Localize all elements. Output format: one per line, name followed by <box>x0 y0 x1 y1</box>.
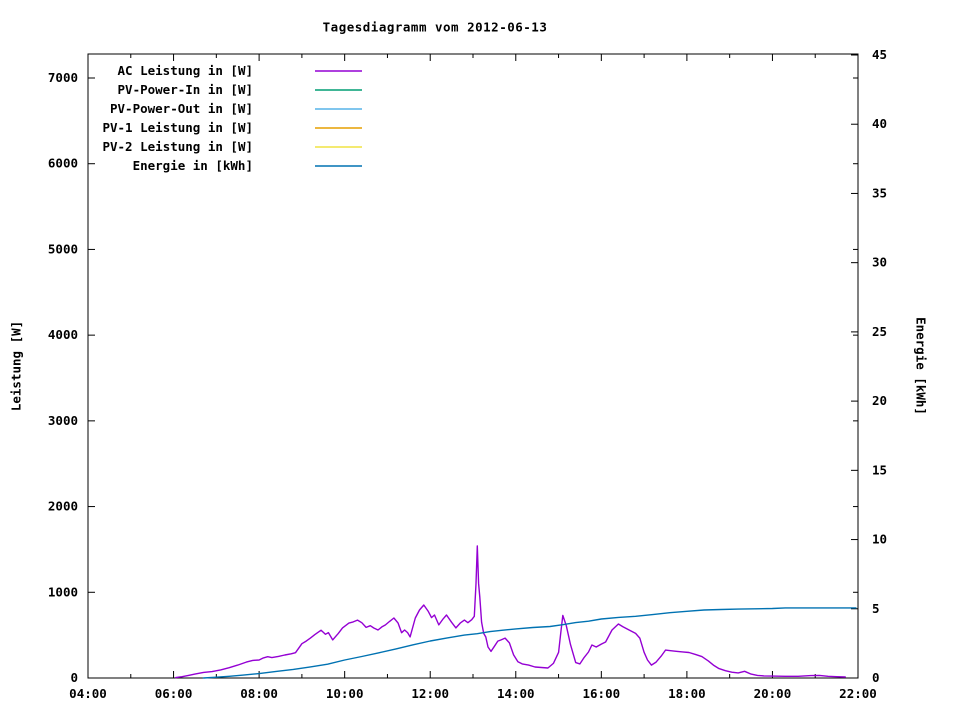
x-tick-label: 06:00 <box>155 686 193 701</box>
x-tick-label: 16:00 <box>583 686 621 701</box>
legend-item-label: PV-1 Leistung in [W] <box>102 120 253 135</box>
x-tick-label: 14:00 <box>497 686 535 701</box>
y2-tick-label: 0 <box>872 670 880 685</box>
y2-tick-label: 45 <box>872 47 887 62</box>
x-tick-label: 08:00 <box>240 686 278 701</box>
y-tick-label: 1000 <box>48 584 78 599</box>
y2-tick-label: 15 <box>872 462 887 477</box>
series-energie-in-kwh <box>202 607 857 679</box>
y-tick-label: 7000 <box>48 70 78 85</box>
y2-tick-label: 10 <box>872 532 887 547</box>
legend-item-label: Energie in [kWh] <box>133 158 253 173</box>
y-tick-label: 6000 <box>48 156 78 171</box>
legend-item-label: PV-Power-Out in [W] <box>110 101 253 116</box>
daily-pv-chart: Tagesdiagramm vom 2012-06-13 Leistung [W… <box>0 0 960 720</box>
x-tick-label: 04:00 <box>69 686 107 701</box>
y-tick-label: 4000 <box>48 327 78 342</box>
x-tick-label: 12:00 <box>411 686 449 701</box>
y-tick-label: 2000 <box>48 499 78 514</box>
x-tick-label: 22:00 <box>839 686 877 701</box>
legend-item-label: AC Leistung in [W] <box>118 63 253 78</box>
series-ac-leistung-in-w <box>174 545 846 679</box>
x-tick-label: 10:00 <box>326 686 364 701</box>
y2-tick-label: 35 <box>872 185 887 200</box>
y-tick-label: 0 <box>70 670 78 685</box>
plot-area: 04:00 06:00 08:00 10:00 12:00 14:00 16:00 18:00… <box>48 47 887 701</box>
legend-item-label: PV-2 Leistung in [W] <box>102 139 253 154</box>
y2-tick-label: 25 <box>872 324 887 339</box>
y2-tick-label: 5 <box>872 601 880 616</box>
x-tick-label: 18:00 <box>668 686 706 701</box>
y-tick-label: 3000 <box>48 413 78 428</box>
y2-tick-label: 20 <box>872 393 887 408</box>
y2-tick-label: 30 <box>872 255 887 270</box>
legend-item-label: PV-Power-In in [W] <box>118 82 253 97</box>
y2-tick-label: 40 <box>872 116 887 131</box>
y-tick-label: 5000 <box>48 241 78 256</box>
x-tick-label: 20:00 <box>754 686 792 701</box>
